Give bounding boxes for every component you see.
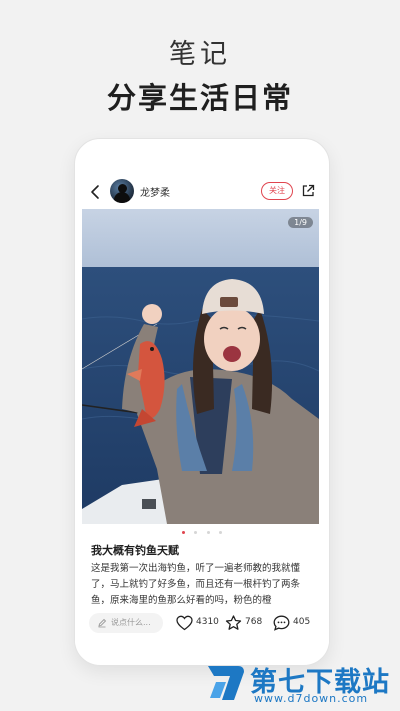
carousel-dot-active — [182, 531, 186, 534]
phone-mockup: 龙梦柔 关注 1/9 我大概有钓鱼天赋 这是我第一次出海钓鱼，听了一遍老师教的我… — [74, 138, 330, 666]
promo-subtitle: 笔记 — [169, 39, 231, 70]
comment-icon — [273, 615, 290, 631]
heart-icon — [176, 615, 193, 631]
carousel-dot — [218, 531, 222, 534]
star-icon — [225, 615, 242, 630]
site-logo-icon — [208, 666, 244, 700]
note-photo[interactable]: 1/9 — [82, 209, 319, 524]
carousel-dot — [194, 531, 198, 534]
promo-headline: 分享生活日常 — [106, 81, 293, 115]
engagement-bar: 说点什么... 4310 768 405 — [75, 605, 329, 645]
like-count: 4310 — [196, 617, 219, 627]
image-counter: 1/9 — [288, 217, 313, 228]
follow-button[interactable]: 关注 — [261, 182, 293, 200]
share-button[interactable] — [301, 183, 315, 197]
author-name[interactable]: 龙梦柔 — [140, 184, 170, 199]
note-body: 这是我第一次出海钓鱼，听了一遍老师教的我就懂了，马上就钓了好多鱼，而且还有一根杆… — [91, 563, 301, 606]
comment-placeholder: 说点什么... — [111, 618, 151, 627]
carousel-indicator — [75, 531, 329, 535]
comment-count: 405 — [293, 617, 311, 627]
note-title: 我大概有钓鱼天赋 — [91, 544, 179, 557]
pen-icon — [98, 618, 107, 628]
favorite-count: 768 — [245, 617, 263, 627]
carousel-dot — [206, 531, 210, 534]
comment-input[interactable]: 说点什么... — [89, 613, 163, 633]
watermark: 第七下载站 www.d7down.com — [204, 656, 394, 708]
share-icon — [302, 184, 315, 197]
watermark-url: www.d7down.com — [254, 692, 369, 705]
chevron-left-icon — [91, 185, 99, 199]
note-header: 龙梦柔 关注 — [75, 177, 329, 207]
fishing-photo — [82, 209, 319, 524]
back-button[interactable] — [89, 183, 103, 201]
avatar[interactable] — [110, 179, 134, 203]
